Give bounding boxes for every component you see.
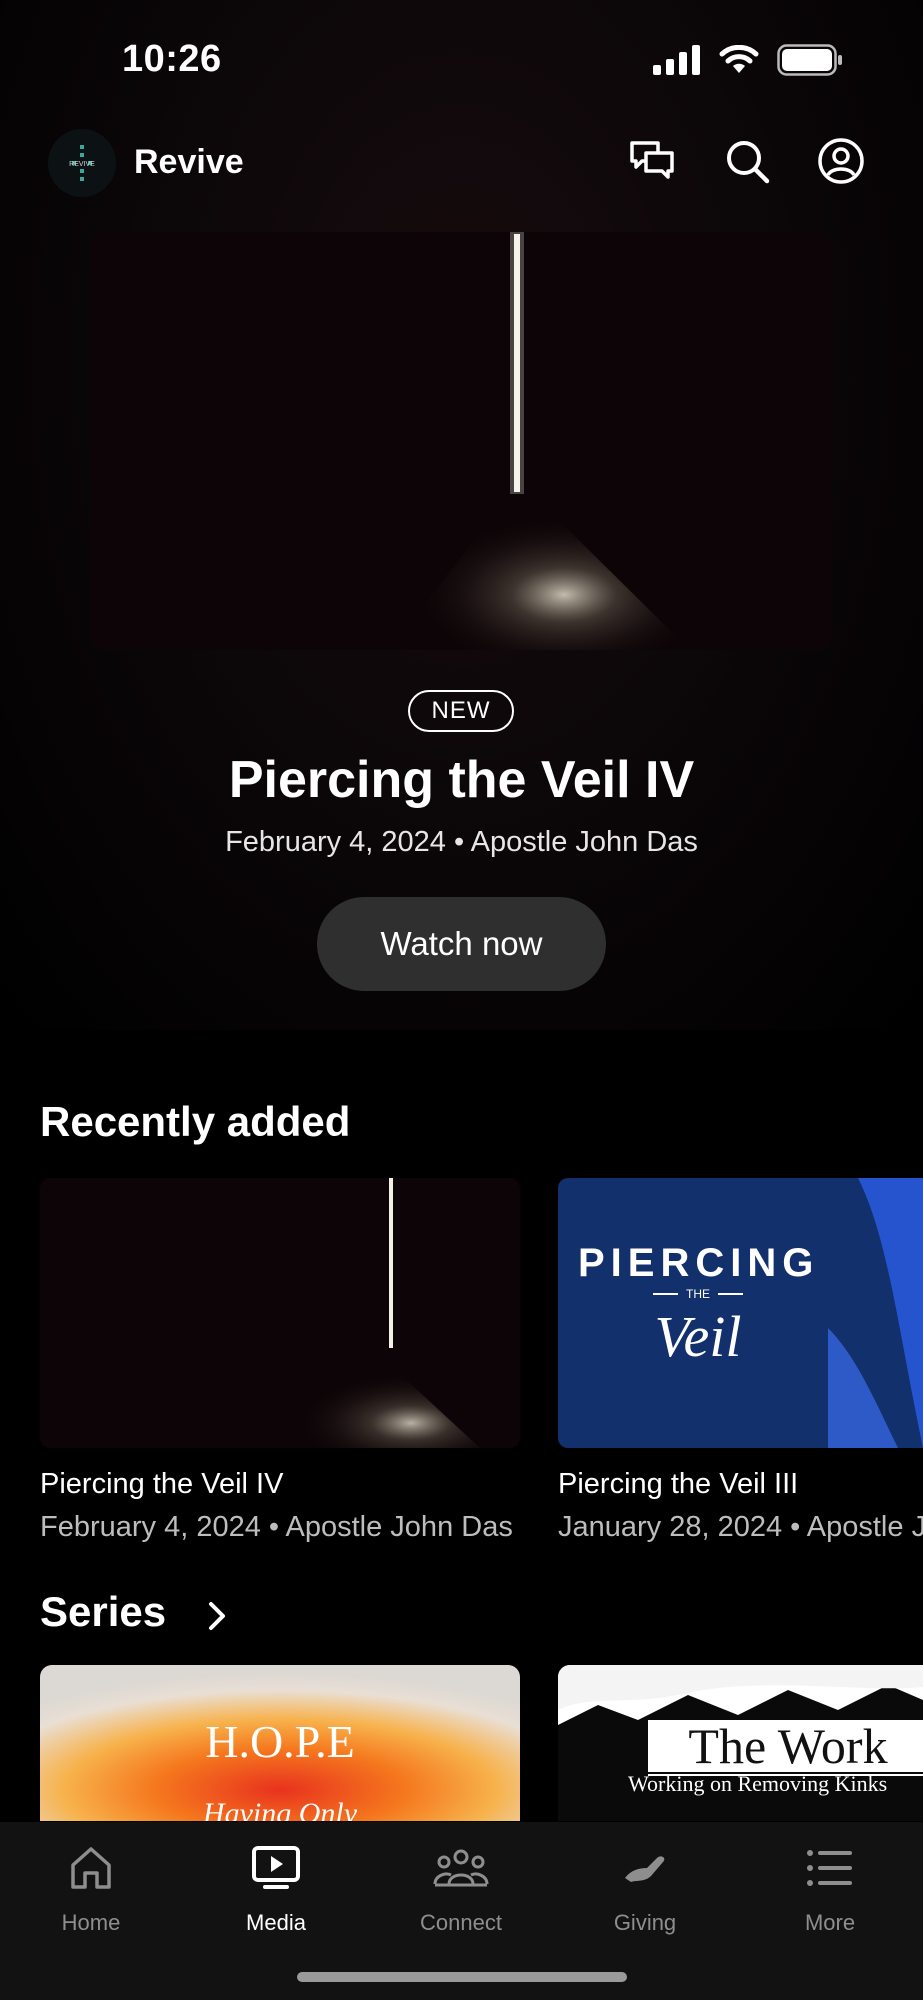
logo-text: REVIVE (69, 161, 95, 168)
connect-icon (433, 1849, 489, 1887)
thumb-text-the: THE (686, 1287, 710, 1301)
hero-thumbnail[interactable] (90, 232, 832, 650)
new-badge: NEW (408, 690, 514, 732)
app-logo[interactable]: REVIVE (48, 129, 116, 197)
series-card[interactable]: H.O.P.E Having Only (40, 1665, 520, 1821)
profile-icon (818, 138, 864, 184)
watch-now-button[interactable]: Watch now (317, 897, 606, 991)
app-header: REVIVE Revive (0, 125, 923, 201)
series-card[interactable]: The Work Working on Removing Kinks (558, 1665, 923, 1821)
status-time: 10:26 (122, 38, 222, 80)
tab-media[interactable]: Media (201, 1840, 351, 1936)
wifi-icon (719, 45, 759, 73)
media-card-meta: January 28, 2024 • Apostle John Das (558, 1511, 923, 1543)
search-icon (727, 141, 770, 184)
more-icon (807, 1850, 852, 1886)
hero-title: Piercing the Veil IV (228, 751, 695, 809)
series-card-subtitle: Working on Removing Kinks (628, 1771, 887, 1796)
thumb-text-piercing: PIERCING (578, 1241, 819, 1285)
series-card-title: H.O.P.E (205, 1716, 355, 1767)
tab-label: Giving (613, 1910, 677, 1935)
series-thumbnail: H.O.P.E Having Only (40, 1665, 520, 1821)
series-card-title: The Work (688, 1718, 887, 1774)
status-icons (653, 44, 843, 76)
media-icon (252, 1846, 300, 1889)
media-thumbnail: PIERCING THE Veil (558, 1178, 923, 1448)
battery-icon (777, 44, 842, 76)
signal-icon (653, 45, 700, 75)
giving-icon (625, 1856, 665, 1882)
media-card[interactable]: PIERCING THE Veil Piercing the Veil III … (558, 1178, 923, 1544)
search-button[interactable] (719, 133, 775, 189)
series-thumbnail: The Work Working on Removing Kinks (558, 1665, 923, 1821)
logo-icon: REVIVE (48, 129, 116, 197)
tab-label: More (804, 1910, 856, 1935)
chevron-right-icon[interactable] (205, 1600, 229, 1632)
tab-giving[interactable]: Giving (570, 1840, 720, 1936)
series-card-subtitle: Having Only (202, 1797, 358, 1821)
recently-added-title: Recently added (40, 1098, 351, 1145)
home-icon (71, 1847, 111, 1889)
hero-image-art (90, 232, 832, 650)
chat-icon (630, 141, 674, 179)
tab-label: Home (61, 1910, 121, 1935)
media-card-title: Piercing the Veil III (558, 1468, 799, 1500)
home-indicator (297, 1972, 627, 1982)
series-title[interactable]: Series (40, 1588, 166, 1636)
hero-meta: February 4, 2024 • Apostle John Das (225, 826, 698, 858)
thumb-text-veil: Veil (655, 1304, 742, 1369)
tab-home[interactable]: Home (16, 1840, 166, 1936)
profile-button[interactable] (813, 133, 869, 189)
tab-more[interactable]: More (755, 1840, 905, 1936)
media-card[interactable]: Piercing the Veil IV February 4, 2024 • … (40, 1178, 520, 1544)
app-name: Revive (134, 143, 244, 181)
media-card-title: Piercing the Veil IV (40, 1468, 284, 1500)
tab-label: Connect (420, 1910, 502, 1935)
media-card-meta: February 4, 2024 • Apostle John Das (40, 1511, 513, 1543)
tab-label: Media (246, 1910, 306, 1935)
messages-button[interactable] (624, 133, 680, 189)
status-bar: 10:26 (0, 0, 923, 120)
tab-connect[interactable]: Connect (386, 1840, 536, 1936)
media-thumbnail (40, 1178, 520, 1448)
